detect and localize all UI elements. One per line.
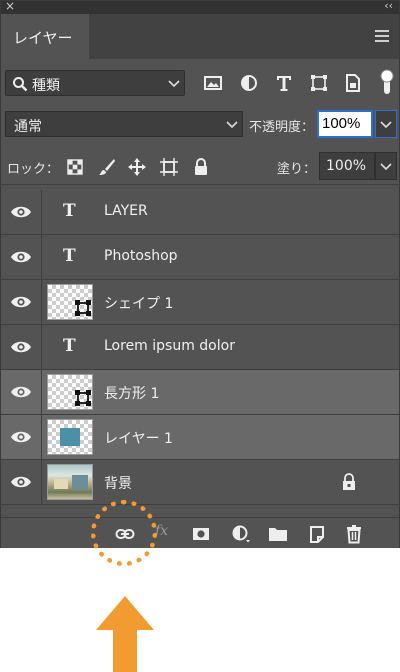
chevron-down-icon (380, 121, 392, 129)
visibility-toggle[interactable] (1, 460, 42, 505)
eye-icon (11, 251, 31, 263)
image-filter-icon[interactable] (203, 73, 223, 93)
eye-icon (11, 206, 31, 218)
visibility-toggle[interactable] (1, 190, 42, 235)
filter-kind-label: 種類 (32, 78, 60, 94)
text-layer-icon: T (63, 336, 76, 356)
layers-panel: × ‹‹ レイヤー 種類 通常 不透明度： 100% ロック： 塗り： 100%… (0, 0, 400, 548)
layer-row[interactable]: T LAYER (1, 190, 399, 235)
layer-name: Lorem ipsum dolor (104, 338, 235, 354)
lock-all-icon[interactable] (191, 157, 211, 177)
chevron-down-icon (380, 163, 392, 171)
panel-menu-icon[interactable] (375, 30, 389, 42)
search-icon (13, 77, 28, 92)
lock-artboard-icon[interactable] (159, 157, 179, 177)
mask-icon[interactable] (191, 524, 211, 544)
visibility-toggle[interactable] (1, 235, 42, 280)
layer-name: LAYER (104, 203, 148, 219)
layer-thumbnail (47, 419, 93, 455)
shape-filter-icon[interactable] (309, 73, 329, 93)
fill-input[interactable]: 100% (319, 152, 375, 180)
blend-mode-label: 通常 (14, 119, 42, 135)
background-thumbnail (47, 464, 93, 500)
fx-icon[interactable]: fx (155, 523, 175, 543)
new-layer-icon[interactable] (307, 524, 327, 544)
tab-bar: レイヤー (1, 14, 399, 59)
eye-icon (11, 476, 31, 488)
layer-name: 長方形 1 (104, 386, 160, 402)
layer-thumbnail (47, 374, 93, 410)
highlight-circle (91, 500, 157, 566)
pointer-arrow-icon (96, 596, 154, 672)
eye-icon (11, 431, 31, 443)
eye-icon (11, 296, 31, 308)
layer-row[interactable]: T Photoshop (1, 235, 399, 280)
adjustment-layer-icon[interactable] (231, 524, 251, 544)
blend-mode-select[interactable]: 通常 (5, 111, 243, 137)
filter-row: 種類 (1, 67, 399, 99)
collapse-panel-button[interactable]: ‹‹ (384, 0, 393, 12)
lock-transparent-pixels-icon[interactable] (65, 157, 85, 177)
adjustment-filter-icon[interactable] (239, 73, 259, 93)
close-panel-button[interactable]: × (5, 0, 15, 13)
tab-layers-label: レイヤー (13, 29, 73, 47)
opacity-dropdown-button[interactable] (375, 110, 397, 138)
layer-name: レイヤー 1 (104, 431, 173, 447)
shape-badge-icon (75, 390, 91, 406)
group-folder-icon[interactable] (268, 524, 288, 544)
smart-object-filter-icon[interactable] (343, 73, 363, 93)
eye-icon (11, 386, 31, 398)
chevron-down-icon (226, 121, 238, 129)
layer-row[interactable]: 背景 (1, 460, 399, 505)
chevron-down-icon (168, 80, 180, 88)
text-layer-icon: T (63, 201, 76, 221)
layer-name: Photoshop (104, 248, 178, 264)
lock-label: ロック： (7, 162, 60, 177)
visibility-toggle[interactable] (1, 370, 42, 415)
layer-row-selected[interactable]: 長方形 1 (1, 370, 399, 415)
visibility-toggle[interactable] (1, 325, 42, 370)
panel-title-bar: × ‹‹ (1, 0, 399, 14)
fill-label: 塗り： (277, 162, 317, 177)
visibility-toggle[interactable] (1, 415, 42, 460)
layer-name: 背景 (104, 476, 132, 492)
trash-icon[interactable] (344, 524, 364, 544)
text-layer-icon: T (63, 246, 76, 266)
lock-image-pixels-brush-icon[interactable] (97, 157, 117, 177)
filter-kind-select[interactable]: 種類 (5, 70, 185, 96)
tab-layers[interactable]: レイヤー (1, 14, 89, 59)
layer-row-selected[interactable]: レイヤー 1 (1, 415, 399, 460)
layer-row[interactable]: シェイプ 1 (1, 280, 399, 325)
layer-thumbnail-fill (60, 428, 80, 446)
visibility-toggle[interactable] (1, 280, 42, 325)
layer-row[interactable]: T Lorem ipsum dolor (1, 325, 399, 370)
lock-icon (343, 473, 355, 490)
shape-badge-icon (75, 300, 91, 316)
layers-bottom-toolbar: fx (1, 517, 399, 548)
layer-thumbnail (47, 284, 93, 320)
lock-position-move-icon[interactable] (127, 157, 147, 177)
opacity-label: 不透明度： (249, 120, 315, 135)
blend-row: 通常 不透明度： 100% (1, 109, 399, 139)
lock-row: ロック： 塗り： 100% (1, 149, 399, 185)
eye-icon (11, 341, 31, 353)
layer-name: シェイプ 1 (104, 296, 174, 312)
opacity-input[interactable]: 100% (317, 110, 373, 138)
fill-dropdown-button[interactable] (375, 152, 397, 180)
filter-toggle-switch[interactable] (379, 69, 395, 97)
type-filter-icon[interactable] (274, 73, 294, 93)
